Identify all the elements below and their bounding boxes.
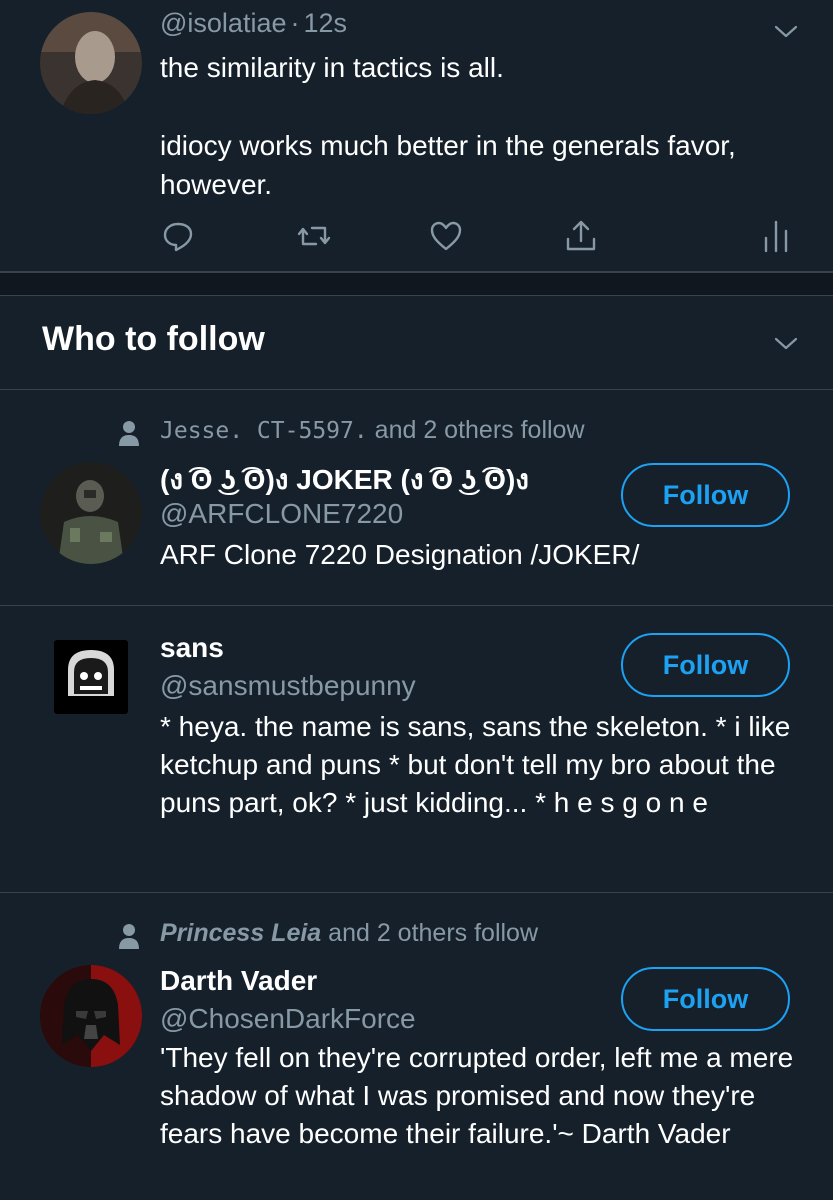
person-icon <box>119 421 139 446</box>
tweet-text: the similarity in tactics is all. idiocy… <box>160 52 736 200</box>
social-context-rest: and 2 others follow <box>321 919 539 947</box>
separator: · <box>290 8 300 38</box>
who-to-follow-header: Who to follow <box>0 296 833 390</box>
avatar[interactable] <box>40 462 142 564</box>
user-name[interactable]: sans <box>160 632 224 664</box>
tweet-actions <box>0 218 833 258</box>
tweet-meta: @isolatiae · 12s <box>160 8 347 39</box>
avatar[interactable] <box>40 626 142 728</box>
user-handle[interactable]: @ChosenDarkForce <box>160 1003 416 1035</box>
user-bio: * heya. the name is sans, sans the skele… <box>160 711 791 818</box>
section-title: Who to follow <box>42 320 265 358</box>
user-name[interactable]: Darth Vader <box>160 965 317 997</box>
avatar[interactable] <box>40 12 142 114</box>
retweet-icon[interactable] <box>296 218 332 254</box>
avatar[interactable] <box>40 965 142 1067</box>
social-context-names: Jesse. CT-5597. <box>160 418 368 444</box>
social-context: Princess Leia and 2 others follow <box>160 919 538 948</box>
user-bio: ARF Clone 7220 Designation /JOKER/ <box>160 539 640 570</box>
follow-button[interactable]: Follow <box>621 967 790 1031</box>
social-context: Jesse. CT-5597. and 2 others follow <box>160 416 585 445</box>
section-divider <box>0 272 833 296</box>
user-name[interactable]: (ง ͡ʘ ͜ʖ ͡ʘ)ง JOKER (ง ͡ʘ ͜ʖ ͡ʘ)ง <box>160 458 529 502</box>
analytics-icon[interactable] <box>758 218 794 254</box>
share-icon[interactable] <box>563 218 599 254</box>
user-handle[interactable]: @sansmustbepunny <box>160 670 416 702</box>
like-icon[interactable] <box>428 218 464 254</box>
suggestion-joker[interactable]: Jesse. CT-5597. and 2 others follow (ง ͡… <box>0 390 833 606</box>
person-icon <box>119 924 139 949</box>
tweet-handle[interactable]: @isolatiae <box>160 8 286 38</box>
user-bio: 'They fell on they're corrupted order, l… <box>160 1042 794 1149</box>
user-handle[interactable]: @ARFCLONE7220 <box>160 498 403 530</box>
follow-button[interactable]: Follow <box>621 633 790 697</box>
social-context-rest: and 2 others follow <box>367 416 585 444</box>
follow-button[interactable]: Follow <box>621 463 790 527</box>
tweet[interactable]: @isolatiae · 12s the similarity in tactics… <box>0 0 833 272</box>
tweet-time[interactable]: 12s <box>303 8 347 38</box>
social-context-names: Princess Leia <box>160 919 322 947</box>
suggestion-darth-vader[interactable]: Princess Leia and 2 others follow Darth … <box>0 893 833 1200</box>
reply-icon[interactable] <box>160 218 196 254</box>
chevron-down-icon[interactable] <box>773 330 799 356</box>
chevron-down-icon[interactable] <box>773 18 799 44</box>
suggestion-sans[interactable]: sans @sansmustbepunny * heya. the name i… <box>0 606 833 893</box>
